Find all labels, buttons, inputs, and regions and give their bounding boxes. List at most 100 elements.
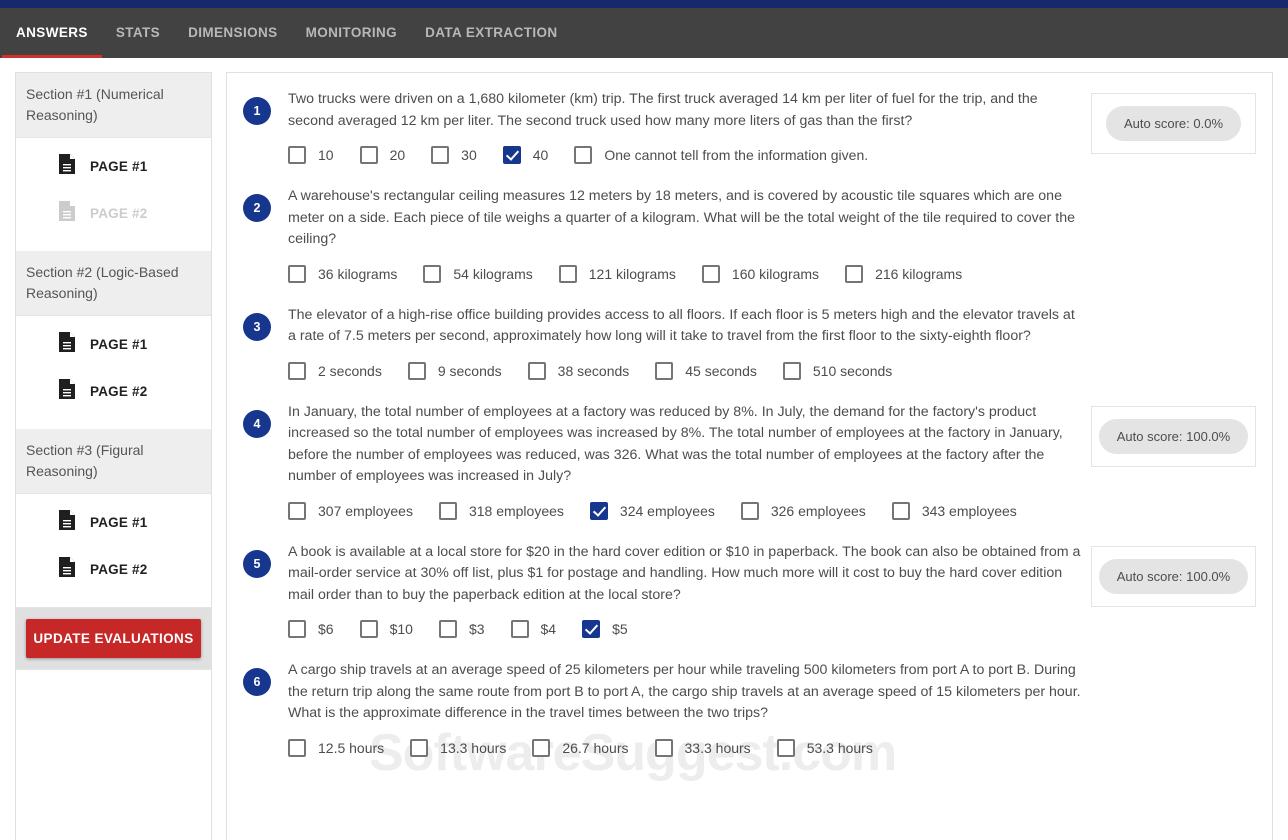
answer-option[interactable]: 326 employees: [740, 501, 866, 520]
sidebar-page-item[interactable]: PAGE #1: [16, 143, 211, 190]
answer-option[interactable]: $6: [288, 620, 334, 638]
section-page-group: PAGE #1 PAGE #2: [16, 494, 211, 607]
answer-option[interactable]: 10: [288, 146, 334, 164]
tab-dimensions[interactable]: DIMENSIONS: [174, 8, 292, 58]
checkbox-icon[interactable]: [431, 146, 450, 164]
auto-score-box: Auto score: 100.0%: [1091, 405, 1256, 467]
checkbox-icon[interactable]: [288, 620, 306, 638]
checkbox-icon[interactable]: [776, 738, 795, 757]
question-item: 5 A book is available at a local store fo…: [227, 542, 1272, 638]
question-text: The elevator of a high-rise office build…: [288, 306, 1075, 345]
checkbox-icon[interactable]: [574, 146, 593, 164]
sidebar: Section #1 (Numerical Reasoning) PAGE #1 P…: [15, 72, 212, 840]
checkbox-icon[interactable]: [510, 620, 529, 638]
answer-options: 36 kilograms 54 kilograms 121 kilograms 160…: [288, 264, 1081, 283]
sidebar-page-item[interactable]: PAGE #2: [16, 546, 211, 593]
update-evaluations-button[interactable]: UPDATE EVALUATIONS: [26, 619, 201, 658]
answer-option[interactable]: 307 employees: [288, 501, 413, 520]
answer-option[interactable]: 12.5 hours: [288, 738, 384, 757]
answer-option[interactable]: $5: [582, 620, 628, 638]
answer-option[interactable]: 2 seconds: [288, 361, 382, 380]
auto-score-badge: Auto score: 0.0%: [1106, 106, 1241, 141]
sidebar-page-item[interactable]: PAGE #1: [16, 321, 211, 368]
answer-option[interactable]: 53.3 hours: [776, 738, 873, 757]
checkbox-icon[interactable]: [438, 620, 457, 638]
answer-option-label: 38 seconds: [557, 362, 630, 379]
brand-color-strip: [0, 0, 1288, 8]
sidebar-page-label: PAGE #2: [90, 384, 148, 399]
checkbox-icon[interactable]: [527, 361, 546, 380]
answer-option[interactable]: $10: [359, 620, 413, 638]
answer-option-label: $5: [612, 621, 628, 637]
checkbox-icon[interactable]: [532, 738, 551, 757]
checkbox-icon[interactable]: [288, 146, 306, 164]
tab-data-extraction[interactable]: DATA EXTRACTION: [411, 8, 572, 58]
checkbox-icon[interactable]: [558, 264, 577, 283]
checkbox-icon[interactable]: [423, 264, 442, 283]
answer-option[interactable]: 510 seconds: [782, 361, 892, 380]
checkbox-icon[interactable]: [410, 738, 429, 757]
checkbox-icon[interactable]: [438, 501, 457, 520]
checkbox-checked-icon[interactable]: [582, 620, 601, 638]
checkbox-icon[interactable]: [782, 361, 801, 380]
answer-option[interactable]: 324 employees: [589, 501, 715, 520]
document-icon: [58, 378, 76, 405]
answer-option-label: 343 employees: [921, 502, 1017, 519]
question-text: A warehouse's rectangular ceiling measur…: [288, 188, 1076, 247]
answer-option[interactable]: 318 employees: [438, 501, 564, 520]
question-text: A cargo ship travels at an average speed…: [288, 662, 1081, 721]
answer-option[interactable]: $3: [438, 620, 485, 638]
sidebar-page-item[interactable]: PAGE #1: [16, 499, 211, 546]
checkbox-checked-icon[interactable]: [502, 146, 521, 164]
answer-option-label: 326 employees: [770, 502, 866, 519]
answer-option[interactable]: 30: [431, 146, 477, 164]
answer-option[interactable]: 54 kilograms: [423, 264, 533, 283]
answer-option[interactable]: 343 employees: [891, 501, 1017, 520]
answer-option[interactable]: 38 seconds: [527, 361, 630, 380]
answer-option[interactable]: 9 seconds: [407, 361, 502, 380]
checkbox-icon[interactable]: [891, 501, 910, 520]
answer-option[interactable]: 13.3 hours: [410, 738, 506, 757]
answer-option[interactable]: 216 kilograms: [845, 264, 963, 283]
section-page-group: PAGE #1 PAGE #2: [16, 316, 211, 429]
checkbox-icon[interactable]: [288, 264, 306, 283]
answer-option-label: 216 kilograms: [875, 265, 963, 282]
answer-option[interactable]: 160 kilograms: [701, 264, 819, 283]
answer-option[interactable]: 20: [359, 146, 406, 164]
answer-option[interactable]: One cannot tell from the information giv…: [574, 146, 868, 164]
answer-option[interactable]: 36 kilograms: [288, 264, 397, 283]
page-body: Section #1 (Numerical Reasoning) PAGE #1 P…: [0, 58, 1288, 840]
checkbox-checked-icon[interactable]: [589, 501, 608, 520]
checkbox-icon[interactable]: [845, 264, 864, 283]
answer-option[interactable]: 40: [502, 146, 548, 164]
update-button-zone: UPDATE EVALUATIONS: [16, 607, 211, 670]
sidebar-page-label: PAGE #1: [90, 337, 148, 352]
checkbox-icon[interactable]: [288, 501, 306, 520]
answer-option[interactable]: $4: [510, 620, 556, 638]
answer-option[interactable]: 45 seconds: [655, 361, 757, 380]
answer-option-label: 20: [389, 147, 406, 163]
tab-monitoring[interactable]: MONITORING: [292, 8, 412, 58]
tab-stats[interactable]: STATS: [102, 8, 174, 58]
auto-score-box: Auto score: 0.0%: [1091, 93, 1256, 154]
checkbox-icon[interactable]: [407, 361, 426, 380]
section-header: Section #3 (Figural Reasoning): [16, 429, 211, 494]
checkbox-icon[interactable]: [359, 146, 378, 164]
checkbox-icon[interactable]: [288, 738, 306, 757]
answer-option[interactable]: 33.3 hours: [654, 738, 751, 757]
checkbox-icon[interactable]: [740, 501, 759, 520]
answer-option[interactable]: 121 kilograms: [558, 264, 676, 283]
answer-options: 10 20 30 40 One cannot tell from the informa…: [288, 146, 1081, 164]
sidebar-page-item[interactable]: PAGE #2: [16, 368, 211, 415]
question-list: 1 Two trucks were driven on a 1,680 kilom…: [227, 73, 1272, 757]
answer-option[interactable]: 26.7 hours: [532, 738, 629, 757]
checkbox-icon[interactable]: [288, 361, 306, 380]
sidebar-page-item: PAGE #2: [16, 190, 211, 237]
answer-option-label: 53.3 hours: [806, 739, 873, 756]
checkbox-icon[interactable]: [654, 738, 673, 757]
tab-answers[interactable]: ANSWERS: [2, 8, 102, 58]
checkbox-icon[interactable]: [701, 264, 720, 283]
checkbox-icon[interactable]: [655, 361, 674, 380]
main-navbar: ANSWERS STATS DIMENSIONS MONITORING DATA EXT…: [0, 8, 1288, 58]
checkbox-icon[interactable]: [359, 620, 378, 638]
